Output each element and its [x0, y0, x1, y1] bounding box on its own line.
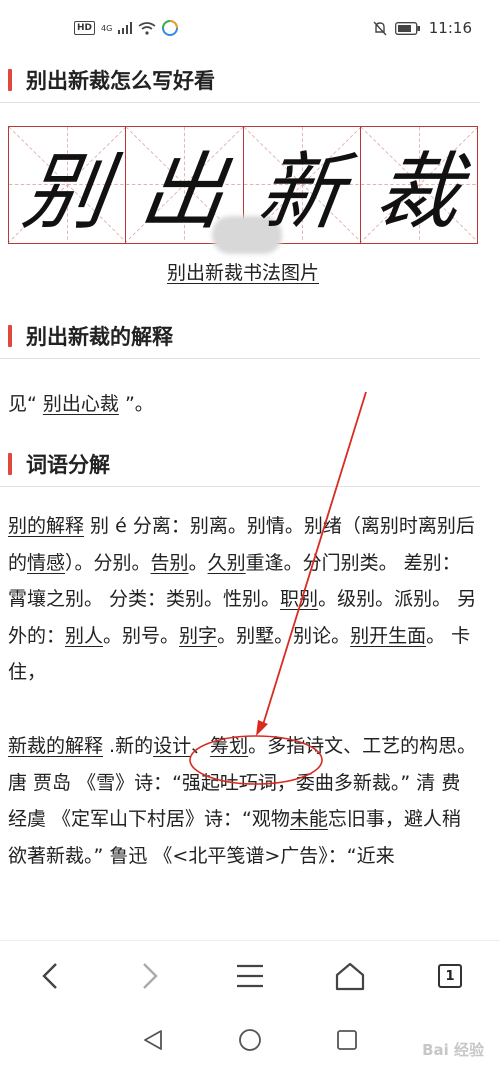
- recents-square-icon[interactable]: [335, 1028, 359, 1052]
- paragraph-xincai: 新裁的解释 .新的设计、筹划。多指诗文、工艺的构思。 唐 贾岛 《雪》诗：“强起…: [8, 728, 478, 874]
- status-right: 11:16: [373, 19, 472, 37]
- link-gaobie[interactable]: 告别: [151, 552, 189, 574]
- link-jiubie[interactable]: 久别: [208, 552, 246, 574]
- forward-arrow-icon: [143, 963, 158, 989]
- calligraphy-char: 别: [17, 142, 116, 241]
- watermark: Bai 经验: [422, 1041, 484, 1059]
- heading-accent-bar: [8, 325, 12, 347]
- text-run: 见“: [8, 393, 43, 415]
- home-icon: [335, 962, 365, 991]
- menu-button[interactable]: [220, 946, 280, 1006]
- section-heading-writing: 别出新裁怎么写好看: [0, 58, 480, 103]
- link-bie-definition[interactable]: 别的解释: [8, 515, 84, 537]
- heading-accent-bar: [8, 453, 12, 475]
- calligraphy-caption-link[interactable]: 别出新裁书法图片: [0, 258, 486, 285]
- forward-button[interactable]: [120, 946, 180, 1006]
- menu-icon: [237, 964, 263, 988]
- link-weineng[interactable]: 未能: [290, 808, 328, 830]
- heading-text: 词语分解: [26, 453, 110, 477]
- calligraphy-char: 新: [251, 142, 350, 241]
- paragraph-bie: 别的解释 别 é 分离：别离。别情。别绪（离别时离别后的情感）。分别。告别。久别…: [8, 508, 478, 691]
- home-circle-icon[interactable]: [237, 1027, 263, 1053]
- network-type: 4G: [101, 23, 113, 33]
- explanation-text: 见“ 别出心裁 ”。: [8, 386, 478, 422]
- status-bar: HD 4G 11:16: [0, 0, 500, 56]
- heading-text: 别出新裁怎么写好看: [26, 69, 215, 93]
- article-content[interactable]: 别出新裁怎么写好看 别 出 新 裁 别出新裁书法图片 别出新裁的解释 见“ 别出…: [0, 56, 500, 936]
- link-biekaishengmian[interactable]: 别开生面: [350, 625, 426, 647]
- section-heading-breakdown: 词语分解: [0, 442, 480, 487]
- back-button[interactable]: [20, 946, 80, 1006]
- text-run: ”。: [118, 393, 154, 415]
- link-bieren[interactable]: 别人: [65, 625, 103, 647]
- calligraphy-cell: 裁: [360, 127, 477, 243]
- link-biezi[interactable]: 别字: [179, 625, 217, 647]
- home-button[interactable]: [320, 946, 380, 1006]
- text-run: 、: [191, 735, 211, 757]
- battery-icon: [394, 21, 421, 35]
- back-triangle-icon[interactable]: [141, 1028, 165, 1052]
- calligraphy-char: 出: [134, 142, 233, 241]
- calligraphy-cell: 别: [9, 127, 127, 243]
- status-left: HD 4G: [74, 20, 179, 36]
- heading-text: 别出新裁的解释: [26, 325, 173, 349]
- calligraphy-char: 裁: [369, 142, 467, 241]
- heading-accent-bar: [8, 69, 12, 91]
- section-heading-explanation: 别出新裁的解释: [0, 314, 480, 359]
- text-run: 。别号。: [103, 624, 180, 647]
- tabs-button[interactable]: 1: [420, 946, 480, 1006]
- link-chouhua[interactable]: 筹划: [210, 735, 248, 757]
- browser-nav-bar: 1: [0, 940, 500, 1011]
- text-run: ）。分别。: [65, 551, 151, 574]
- wifi-icon: [138, 21, 156, 35]
- hd-badge: HD: [74, 21, 96, 35]
- link-qinggan[interactable]: 情感: [27, 552, 65, 574]
- text-run: 。别墅。别论。: [217, 624, 351, 647]
- link-bie-chu-xin-cai[interactable]: 别出心裁: [43, 393, 119, 415]
- signal-icon: [118, 22, 133, 34]
- text-run: .新的: [103, 735, 154, 757]
- link-xincai-definition[interactable]: 新裁的解释: [8, 735, 103, 757]
- text-run: 。: [188, 551, 208, 574]
- tabs-count-icon: 1: [438, 964, 462, 988]
- link-zhibie[interactable]: 职别: [280, 588, 318, 610]
- app-notification-icon: [162, 20, 179, 36]
- mute-bell-icon: [373, 21, 387, 36]
- calligraphy-cell: 新: [243, 127, 361, 243]
- back-arrow-icon: [42, 963, 57, 989]
- clock: 11:16: [428, 19, 472, 37]
- link-sheji[interactable]: 设计: [153, 735, 191, 757]
